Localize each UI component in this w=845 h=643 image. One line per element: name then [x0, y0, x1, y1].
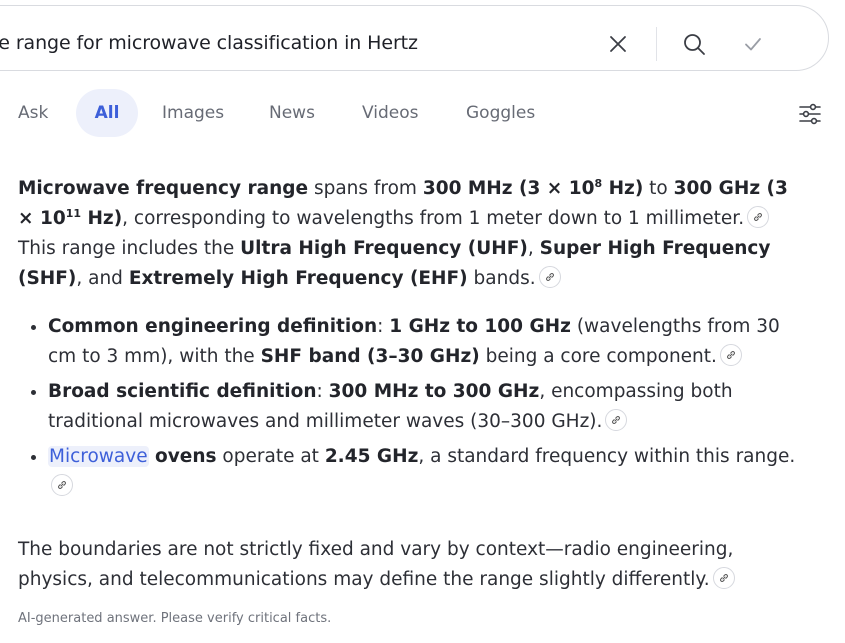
citation-link-icon[interactable] — [712, 567, 735, 589]
search-divider — [656, 27, 657, 61]
list-item: Broad scientific definition: 300 MHz to … — [31, 377, 808, 437]
tab-videos[interactable]: Videos — [362, 89, 419, 137]
list-item: Common engineering definition: 1 GHz to … — [31, 312, 808, 372]
tab-ask[interactable]: Ask — [18, 89, 48, 137]
answer-paragraph: Microwave frequency range spans from 300… — [18, 176, 788, 289]
search-icon[interactable] — [680, 30, 708, 58]
close-icon[interactable] — [604, 30, 632, 58]
tab-all[interactable]: All — [76, 89, 138, 137]
search-bar[interactable]: the range for microwave classification i… — [0, 5, 829, 71]
tab-goggles[interactable]: Goggles — [466, 89, 535, 137]
citation-link-icon[interactable] — [538, 266, 561, 288]
citation-link-icon[interactable] — [51, 474, 73, 496]
answer-bullet-list: Common engineering definition: 1 GHz to … — [18, 312, 808, 502]
ai-answer: Microwave frequency range spans from 300… — [18, 174, 808, 595]
tab-news[interactable]: News — [269, 89, 315, 137]
entity-link-microwave[interactable]: Microwave — [48, 446, 149, 467]
list-item: Microwave ovens operate at 2.45 GHz, a s… — [31, 442, 808, 502]
answer-paragraph-closing: The boundaries are not strictly fixed an… — [18, 539, 735, 590]
citation-link-icon[interactable] — [747, 206, 770, 228]
citation-link-icon[interactable] — [605, 409, 628, 431]
ai-disclaimer: AI-generated answer. Please verify criti… — [18, 611, 332, 626]
tab-images[interactable]: Images — [162, 89, 224, 137]
checkmark-icon[interactable] — [739, 30, 767, 58]
citation-link-icon[interactable] — [719, 344, 742, 366]
search-query-input[interactable]: the range for microwave classification i… — [0, 32, 418, 54]
filter-settings-icon[interactable] — [797, 101, 823, 127]
search-tabs: Ask All Images News Videos Goggles — [0, 89, 845, 137]
